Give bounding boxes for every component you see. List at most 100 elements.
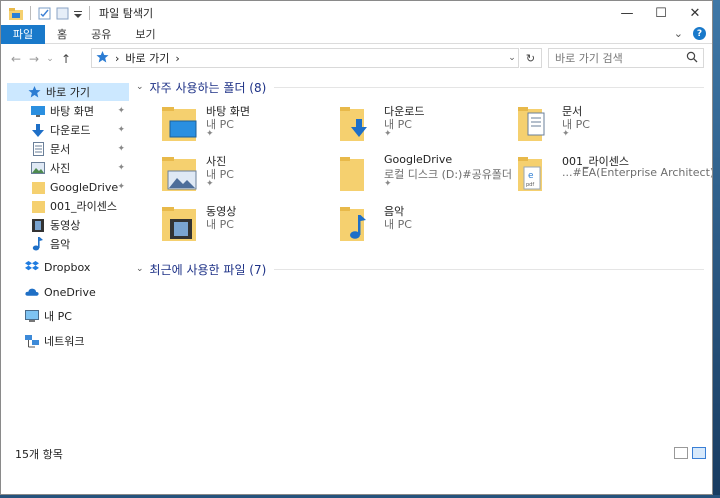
music-folder-icon — [338, 203, 378, 243]
sidebar-item-label: 동영상 — [50, 219, 81, 232]
group-title: 자주 사용하는 폴더 (8) — [149, 80, 267, 95]
pin-icon: ✦ — [384, 129, 392, 139]
svg-text:pdf: pdf — [526, 182, 534, 188]
quick-access-toolbar — [1, 6, 93, 20]
recent-locations-button[interactable]: ⌄ — [43, 54, 57, 64]
sidebar-item-dropbox[interactable]: Dropbox — [25, 258, 129, 276]
group-divider — [274, 87, 704, 88]
pin-icon: ✦ — [117, 144, 125, 154]
sidebar-item-googledrive[interactable]: GoogleDrive ✦ — [31, 178, 129, 196]
properties-icon[interactable] — [38, 7, 52, 20]
help-icon[interactable]: ? — [693, 27, 706, 40]
tab-view[interactable]: 보기 — [123, 25, 167, 44]
sidebar-item-label: Dropbox — [44, 260, 91, 274]
sidebar-item-label: 내 PC — [44, 310, 72, 323]
pin-icon: ✦ — [206, 179, 214, 189]
breadcrumb-separator[interactable]: › — [115, 52, 119, 65]
breadcrumb-separator[interactable]: › — [175, 52, 179, 65]
folder-tile-desktop[interactable]: 바탕 화면 내 PC ✦ — [160, 103, 336, 153]
details-view-button[interactable] — [674, 447, 688, 459]
folder-icon — [338, 153, 378, 193]
folder-tile-downloads[interactable]: 다운로드 내 PC ✦ — [338, 103, 514, 153]
search-placeholder: 바로 가기 검색 — [555, 52, 623, 65]
customize-toolbar-icon[interactable] — [74, 7, 82, 20]
tab-file[interactable]: 파일 — [1, 24, 45, 44]
navigation-pane: 바로 가기 바탕 화면 ✦ 다운로드 ✦ 문서 ✦ 사진 ✦ GoogleDri… — [1, 80, 129, 442]
folder-location: 내 PC — [206, 218, 234, 231]
maximize-button[interactable]: ☐ — [644, 1, 678, 25]
content-pane: ⌄ 자주 사용하는 폴더 (8) 바탕 화면 내 PC ✦ 다운로드 내 PC … — [132, 73, 712, 443]
toolbar-divider — [89, 6, 90, 20]
sidebar-item-label: 바탕 화면 — [50, 105, 94, 118]
pin-icon: ✦ — [117, 125, 125, 135]
sidebar-item-label: 네트워크 — [44, 335, 85, 348]
new-folder-icon[interactable] — [56, 7, 70, 20]
folder-tile-license[interactable]: e pdf 001_라이센스 ...#EA(Enterprise Architec… — [516, 153, 712, 203]
search-box[interactable]: 바로 가기 검색 — [548, 48, 704, 68]
forward-button[interactable]: → — [25, 52, 43, 66]
folder-tile-googledrive[interactable]: GoogleDrive 로컬 디스크 (D:)#공유폴더 ✦ — [338, 153, 514, 203]
sidebar-item-this-pc[interactable]: 내 PC — [25, 307, 129, 325]
sidebar-item-documents[interactable]: 문서 ✦ — [31, 140, 129, 158]
minimize-button[interactable]: — — [610, 1, 644, 25]
download-icon — [31, 123, 45, 137]
pin-icon: ✦ — [117, 182, 125, 192]
explorer-app-icon[interactable] — [9, 7, 23, 20]
sidebar-item-license[interactable]: 001_라이센스 — [31, 197, 129, 215]
pdf-folder-icon: e pdf — [516, 153, 556, 193]
sidebar-item-label: 001_라이센스 — [50, 200, 117, 213]
folder-tile-videos[interactable]: 동영상 내 PC — [160, 203, 336, 253]
pin-icon: ✦ — [117, 106, 125, 116]
music-icon — [31, 237, 45, 251]
pictures-folder-icon — [160, 153, 200, 193]
chevron-down-icon: ⌄ — [136, 82, 144, 92]
search-icon — [686, 51, 698, 66]
ribbon-collapse-icon[interactable]: ⌄ — [674, 27, 683, 40]
up-button[interactable]: ↑ — [57, 52, 75, 66]
sidebar-item-videos[interactable]: 동영상 — [31, 216, 129, 234]
network-icon — [25, 334, 39, 348]
status-bar: 15개 항목 — [1, 443, 712, 465]
desktop-folder-icon — [160, 103, 200, 143]
picture-icon — [31, 161, 45, 175]
sidebar-item-onedrive[interactable]: OneDrive — [25, 283, 129, 301]
sidebar-item-downloads[interactable]: 다운로드 ✦ — [31, 121, 129, 139]
sidebar-item-label: 문서 — [50, 143, 71, 156]
address-bar[interactable]: › 바로 가기 › — [91, 48, 519, 68]
sidebar-item-label: 다운로드 — [50, 124, 91, 137]
back-button[interactable]: ← — [7, 52, 25, 66]
item-count: 15개 항목 — [15, 448, 63, 461]
folder-location: 내 PC — [384, 218, 412, 231]
desktop-background — [713, 0, 720, 498]
onedrive-icon — [25, 285, 39, 299]
folder-icon — [31, 180, 45, 194]
pin-icon: ✦ — [206, 129, 214, 139]
sidebar-item-music[interactable]: 음악 — [31, 235, 129, 253]
video-folder-icon — [160, 203, 200, 243]
sidebar-item-label: 음악 — [50, 238, 71, 251]
large-icons-view-button[interactable] — [692, 447, 706, 459]
tab-home[interactable]: 홈 — [45, 25, 79, 44]
group-header-frequent[interactable]: ⌄ 자주 사용하는 폴더 (8) — [136, 77, 266, 97]
close-button[interactable]: ✕ — [678, 1, 712, 25]
tab-share[interactable]: 공유 — [79, 25, 123, 44]
sidebar-item-pictures[interactable]: 사진 ✦ — [31, 159, 129, 177]
folder-location: 로컬 디스크 (D:)#공유폴더 — [384, 168, 513, 181]
quick-access-star-icon — [96, 50, 109, 66]
address-dropdown-button[interactable]: ⌄ — [505, 48, 519, 68]
sidebar-item-desktop[interactable]: 바탕 화면 ✦ — [31, 102, 129, 120]
window-controls: — ☐ ✕ — [610, 1, 712, 25]
folder-tile-pictures[interactable]: 사진 내 PC ✦ — [160, 153, 336, 203]
sidebar-item-quick-access[interactable]: 바로 가기 — [7, 83, 129, 101]
dropbox-icon — [25, 260, 39, 274]
folder-tile-music[interactable]: 음악 내 PC — [338, 203, 514, 253]
group-header-recent[interactable]: ⌄ 최근에 사용한 파일 (7) — [136, 259, 266, 279]
navigation-bar: ← → ⌄ ↑ › 바로 가기 › ⌄ ↻ 바로 가기 검색 — [1, 45, 712, 72]
sidebar-item-network[interactable]: 네트워크 — [25, 332, 129, 350]
quick-access-icon — [27, 85, 41, 99]
pin-icon: ✦ — [117, 163, 125, 173]
sidebar-item-label: 사진 — [50, 162, 71, 175]
folder-tile-documents[interactable]: 문서 내 PC ✦ — [516, 103, 692, 153]
breadcrumb-quick-access[interactable]: 바로 가기 — [125, 50, 169, 66]
refresh-button[interactable]: ↻ — [520, 48, 542, 68]
